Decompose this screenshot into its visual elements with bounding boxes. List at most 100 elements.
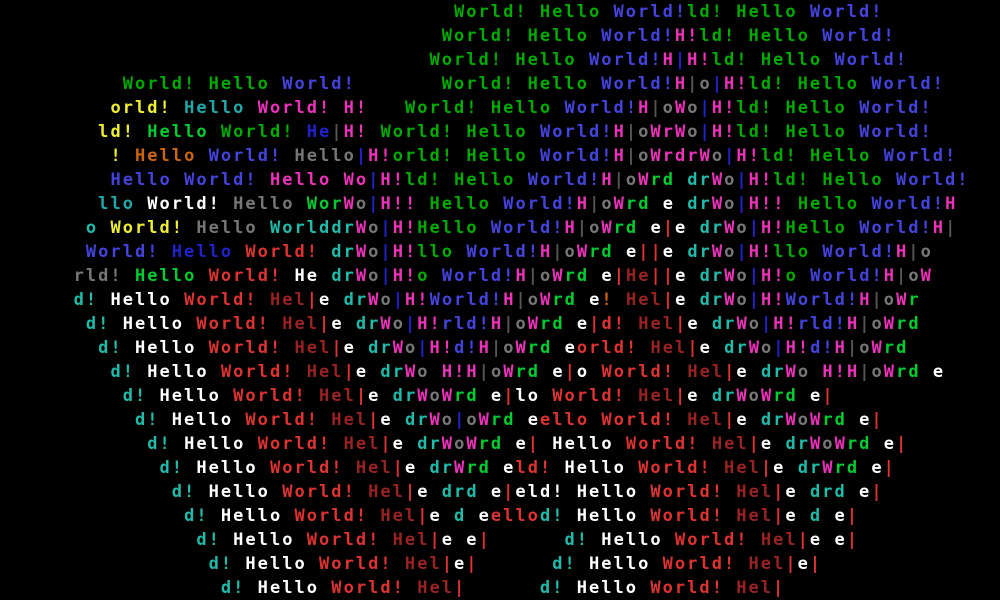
- terminal-text-run: e: [834, 506, 847, 526]
- terminal-text-run: W: [355, 218, 369, 238]
- terminal-text-run: Hello: [208, 74, 283, 94]
- terminal-text-run: o: [724, 194, 737, 214]
- terminal-text-run: World!: [588, 50, 663, 70]
- terminal-text-run: r: [429, 434, 442, 454]
- terminal-text-run: o: [736, 290, 749, 310]
- terminal-text-run: !: [773, 290, 786, 310]
- terminal-text-run: Hello: [184, 434, 258, 454]
- terminal-text-run: d: [834, 410, 860, 430]
- terminal-text-run: r: [368, 314, 381, 334]
- terminal-text-run: H: [761, 266, 774, 286]
- terminal-text-run: d: [760, 410, 774, 430]
- terminal-text-run: |: [319, 314, 332, 334]
- terminal-text-run: |: [417, 338, 430, 358]
- terminal-text-run: |: [699, 122, 712, 142]
- terminal-text-run: e: [466, 530, 479, 550]
- terminal-text-run: |: [650, 242, 663, 262]
- terminal-text-run: !: [404, 242, 418, 262]
- terminal-text-run: |: [306, 290, 320, 310]
- terminal-text-run: W: [527, 314, 541, 334]
- terminal-text-run: W: [441, 386, 455, 406]
- terminal-text-run: llo: [98, 194, 148, 214]
- terminal-text-run: W: [355, 242, 369, 262]
- terminal-row: World! Hello World! World! Hello World!H…: [0, 72, 1000, 96]
- terminal-text-run: e: [589, 290, 602, 310]
- terminal-text-run: [0, 362, 110, 382]
- terminal-text-run: H: [736, 146, 749, 166]
- terminal-text-run: World!: [539, 146, 614, 166]
- terminal-text-run: W: [343, 194, 356, 214]
- terminal-text-run: d!: [85, 314, 123, 334]
- terminal-text-run: Hello: [257, 578, 332, 598]
- terminal-text-run: |: [355, 386, 369, 406]
- terminal-text-run: World!: [294, 506, 381, 526]
- terminal-text-run: H: [932, 218, 946, 238]
- terminal-text-run: H: [748, 194, 761, 214]
- terminal-text-run: r: [822, 482, 835, 502]
- terminal-text-run: World!: [809, 2, 884, 22]
- terminal-text-run: rld!: [73, 266, 135, 286]
- terminal-text-run: d: [638, 194, 663, 214]
- terminal-text-run: e: [797, 554, 810, 574]
- terminal-text-run: d!: [110, 362, 148, 382]
- terminal-text-run: Hel: [638, 386, 675, 406]
- terminal-text-run: |: [773, 578, 786, 598]
- terminal-text-run: |: [846, 506, 860, 526]
- terminal-text-run: e: [675, 290, 700, 310]
- terminal-text-run: o: [417, 362, 430, 382]
- terminal-row: d! Hello World! Hel|e drWo|H!rld!H|oWrd …: [0, 312, 1000, 336]
- terminal-text-run: |: [822, 386, 835, 406]
- terminal-text-run: W: [736, 386, 749, 406]
- terminal-text-run: r: [908, 290, 921, 310]
- terminal-text-run: r: [834, 458, 847, 478]
- terminal-text-run: d!: [98, 338, 135, 358]
- terminal-text-run: o: [454, 434, 467, 454]
- terminal-text-run: !: [797, 338, 811, 358]
- terminal-text-run: |: [417, 506, 430, 526]
- terminal-text-run: World!: [490, 218, 565, 238]
- terminal-text-run: Hel: [404, 554, 442, 574]
- terminal-text-run: H: [503, 290, 516, 310]
- terminal-text-run: Hello: [797, 194, 872, 214]
- terminal-text-run: W: [896, 290, 909, 310]
- terminal-text-run: e: [527, 410, 541, 430]
- terminal-text-run: H: [392, 218, 405, 238]
- terminal-text-run: o: [380, 290, 393, 310]
- terminal-text-run: [810, 362, 822, 382]
- terminal-text-run: e: [859, 482, 872, 502]
- terminal-text-run: r: [380, 338, 393, 358]
- terminal-text-run: d: [466, 482, 491, 502]
- terminal-text-run: d!: [184, 506, 221, 526]
- terminal-row: orld! Hello World! H! World! Hello World…: [0, 96, 1000, 120]
- terminal-text-run: e: [515, 434, 528, 454]
- terminal-text-run: World!: [85, 242, 172, 262]
- terminal-row: d! Hello World! Hel|e drWo|H!d!H|oWrd eo…: [0, 336, 1000, 360]
- terminal-text-run: d: [454, 506, 479, 526]
- terminal-text-run: d!: [134, 410, 172, 430]
- terminal-text-run: |: [625, 122, 639, 142]
- terminal-text-run: H: [711, 122, 725, 142]
- terminal-text-run: |: [613, 266, 626, 286]
- terminal-row: World! Hello World!ld! Hello World!: [0, 0, 1000, 24]
- terminal-text-run: Hello: [417, 218, 491, 238]
- terminal-text-run: e: [417, 482, 442, 502]
- terminal-text-run: World!: [184, 170, 270, 190]
- terminal-text-run: |: [368, 194, 381, 214]
- terminal-text-run: r: [466, 458, 479, 478]
- terminal-text-run: o: [441, 410, 455, 430]
- terminal-text-run: o: [466, 410, 479, 430]
- terminal-text-run: World!: [601, 74, 675, 94]
- terminal-text-run: World!: [822, 242, 897, 262]
- terminal-text-run: Hello: [429, 194, 504, 214]
- terminal-text-run: Hello: [184, 98, 258, 118]
- terminal-text-run: World!: [245, 410, 332, 430]
- terminal-text-run: Hello: [466, 122, 540, 142]
- terminal-text-run: World!: [650, 482, 737, 502]
- terminal-text-run: Hello: [490, 98, 565, 118]
- terminal-text-run: [0, 578, 221, 598]
- terminal-text-run: |: [368, 170, 381, 190]
- terminal-row: d! Hello World! Hel|e e| d! Hello World!…: [0, 528, 1000, 552]
- terminal-text-run: |: [503, 386, 516, 406]
- terminal-text-run: d: [687, 242, 700, 262]
- terminal-text-run: o: [404, 338, 418, 358]
